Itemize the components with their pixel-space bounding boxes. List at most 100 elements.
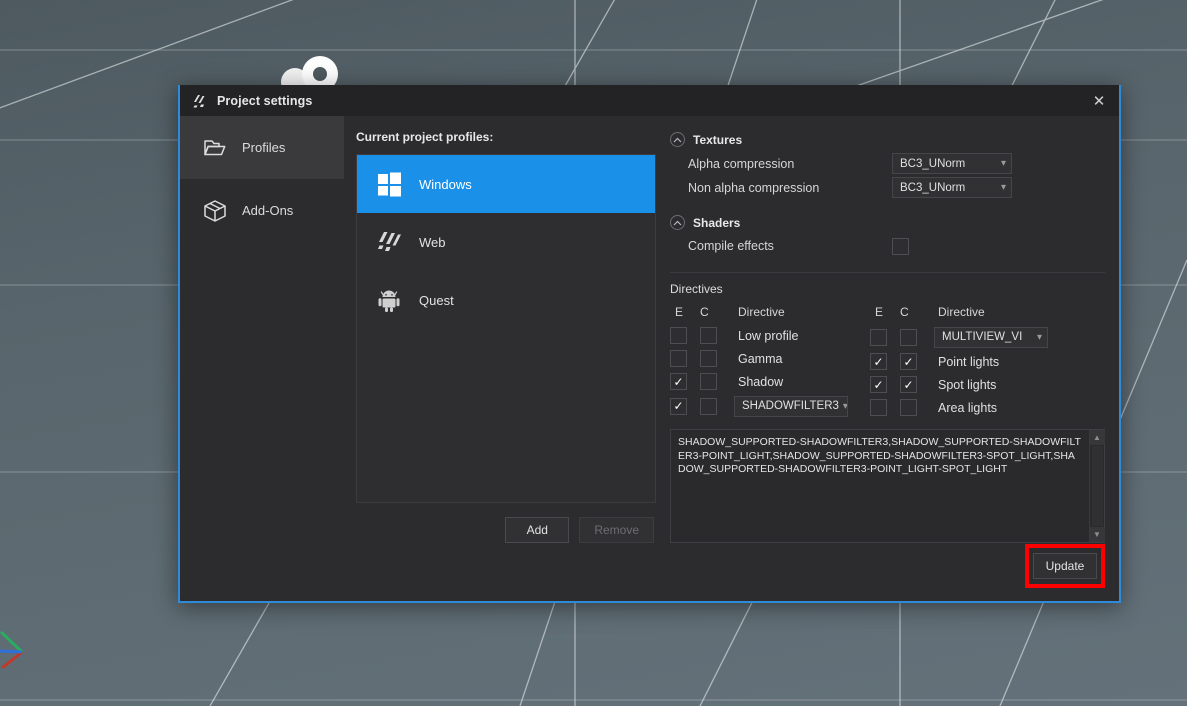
directives-column-right: E C Directive ✓ ✓ MULTIVIEW_VI: [870, 302, 1070, 419]
windows-logo-icon: [375, 170, 403, 198]
dialog-footer: Update: [344, 543, 1119, 601]
non-alpha-compression-value: BC3_UNorm: [900, 182, 965, 194]
remove-button: Remove: [579, 517, 654, 543]
dialog-content: Current project profiles:: [344, 116, 1119, 601]
directive-row-shadowfilter: ✓ ✓ SHADOWFILTER3 ▾: [670, 393, 870, 419]
field-alpha-compression-label: Alpha compression: [670, 157, 892, 171]
profile-item-web[interactable]: Web: [357, 213, 655, 271]
update-button[interactable]: Update: [1033, 553, 1097, 579]
header-e: E: [870, 305, 896, 319]
field-compile-effects-label: Compile effects: [670, 239, 892, 253]
header-directive: Directive: [922, 305, 985, 319]
axis-gizmo[interactable]: [0, 618, 40, 668]
sidebar-item-profiles-label: Profiles: [242, 140, 285, 155]
chevron-down-icon: ▾: [1001, 182, 1006, 193]
sidebar-item-addons-label: Add-Ons: [242, 203, 293, 218]
directives-output-scrollbar[interactable]: ▲ ▼: [1089, 430, 1104, 542]
directive-row-shadow: ✓ ✓ Shadow: [670, 370, 870, 393]
field-compile-effects: Compile effects ✓: [670, 236, 1105, 257]
gamma-c-checkbox[interactable]: ✓: [700, 350, 717, 367]
multiview-e-checkbox[interactable]: ✓: [870, 329, 887, 346]
directive-row-area-lights: ✓ ✓ Area lights: [870, 396, 1070, 419]
area-lights-label: Area lights: [922, 401, 997, 415]
field-non-alpha-compression: Non alpha compression BC3_UNorm ▾: [670, 177, 1105, 198]
directives-header-left: E C Directive: [670, 302, 870, 321]
area-lights-c-checkbox[interactable]: ✓: [900, 399, 917, 416]
non-alpha-compression-select[interactable]: BC3_UNorm ▾: [892, 177, 1012, 198]
point-lights-c-checkbox[interactable]: ✓: [900, 353, 917, 370]
profile-item-windows[interactable]: Windows: [357, 155, 655, 213]
profile-item-windows-label: Windows: [419, 177, 472, 192]
settings-column: Textures Alpha compression BC3_UNorm ▾ N…: [670, 130, 1105, 543]
shadow-c-checkbox[interactable]: ✓: [700, 373, 717, 390]
field-non-alpha-compression-label: Non alpha compression: [670, 181, 892, 195]
directives-column-left: E C Directive ✓ ✓ Low profile ✓: [670, 302, 870, 419]
area-lights-e-checkbox[interactable]: ✓: [870, 399, 887, 416]
directives-output-box[interactable]: SHADOW_SUPPORTED-SHADOWFILTER3,SHADOW_SU…: [670, 429, 1105, 543]
shadowfilter-c-checkbox[interactable]: ✓: [700, 398, 717, 415]
sidebar-item-profiles[interactable]: Profiles: [180, 116, 344, 179]
add-button[interactable]: Add: [505, 517, 569, 543]
point-lights-e-checkbox[interactable]: ✓: [870, 353, 887, 370]
folder-open-icon: [202, 135, 228, 161]
directives-header-right: E C Directive: [870, 302, 1070, 321]
directive-row-point-lights: ✓ ✓ Point lights: [870, 350, 1070, 373]
profile-item-quest-label: Quest: [419, 293, 454, 308]
shadow-e-checkbox[interactable]: ✓: [670, 373, 687, 390]
package-box-icon: [202, 198, 228, 224]
directives-output-text: SHADOW_SUPPORTED-SHADOWFILTER3,SHADOW_SU…: [671, 430, 1089, 542]
directive-row-spot-lights: ✓ ✓ Spot lights: [870, 373, 1070, 396]
field-alpha-compression: Alpha compression BC3_UNorm ▾: [670, 153, 1105, 174]
point-lights-label: Point lights: [922, 355, 999, 369]
divider: [670, 272, 1105, 273]
profiles-heading: Current project profiles:: [356, 130, 656, 144]
directive-row-multiview: ✓ ✓ MULTIVIEW_VI ▾: [870, 324, 1070, 350]
low-profile-label: Low profile: [722, 329, 798, 343]
alpha-compression-value: BC3_UNorm: [900, 158, 965, 170]
profiles-column: Current project profiles:: [356, 130, 656, 543]
directive-row-gamma: ✓ ✓ Gamma: [670, 347, 870, 370]
chevron-up-icon-shaders[interactable]: [670, 215, 685, 230]
chevron-down-icon: ▾: [1037, 332, 1042, 343]
gamma-e-checkbox[interactable]: ✓: [670, 350, 687, 367]
header-directive: Directive: [722, 305, 785, 319]
profile-item-web-label: Web: [419, 235, 446, 250]
section-shaders-label: Shaders: [693, 216, 740, 230]
compile-effects-checkbox[interactable]: ✓: [892, 238, 909, 255]
multiview-select[interactable]: MULTIVIEW_VI ▾: [934, 327, 1048, 348]
spot-lights-label: Spot lights: [922, 378, 996, 392]
scroll-down-icon[interactable]: ▼: [1090, 527, 1105, 542]
dialog-titlebar[interactable]: Project settings ✕: [180, 85, 1119, 116]
alpha-compression-select[interactable]: BC3_UNorm ▾: [892, 153, 1012, 174]
section-textures-label: Textures: [693, 133, 742, 147]
sidebar-item-addons[interactable]: Add-Ons: [180, 179, 344, 242]
spot-lights-e-checkbox[interactable]: ✓: [870, 376, 887, 393]
scrollbar-thumb[interactable]: [1092, 446, 1103, 526]
profile-item-quest[interactable]: Quest: [357, 271, 655, 329]
update-button-highlight: Update: [1025, 544, 1105, 588]
project-settings-dialog: Project settings ✕ Profiles Add-Ons: [178, 85, 1121, 603]
header-c: C: [896, 305, 922, 319]
dialog-body: Profiles Add-Ons Current project profile…: [180, 116, 1119, 601]
shadowfilter-e-checkbox[interactable]: ✓: [670, 398, 687, 415]
gamma-label: Gamma: [722, 352, 782, 366]
profiles-list: Windows: [356, 154, 656, 503]
dialog-title: Project settings: [217, 94, 312, 108]
multiview-c-checkbox[interactable]: ✓: [900, 329, 917, 346]
playcanvas-logo-icon: [192, 93, 208, 109]
directive-row-low-profile: ✓ ✓ Low profile: [670, 324, 870, 347]
shadowfilter-select[interactable]: SHADOWFILTER3 ▾: [734, 396, 848, 417]
chevron-up-icon-textures[interactable]: [670, 132, 685, 147]
low-profile-c-checkbox[interactable]: ✓: [700, 327, 717, 344]
spot-lights-c-checkbox[interactable]: ✓: [900, 376, 917, 393]
directives-title: Directives: [670, 282, 1105, 296]
directives-grid: E C Directive ✓ ✓ Low profile ✓: [670, 302, 1105, 419]
scroll-up-icon[interactable]: ▲: [1090, 430, 1105, 445]
close-icon[interactable]: ✕: [1079, 85, 1119, 116]
chevron-down-icon: ▾: [843, 401, 848, 412]
shadow-label: Shadow: [722, 375, 783, 389]
header-c: C: [696, 305, 722, 319]
dialog-sidebar: Profiles Add-Ons: [180, 116, 344, 601]
chevron-down-icon: ▾: [1001, 158, 1006, 169]
low-profile-e-checkbox[interactable]: ✓: [670, 327, 687, 344]
